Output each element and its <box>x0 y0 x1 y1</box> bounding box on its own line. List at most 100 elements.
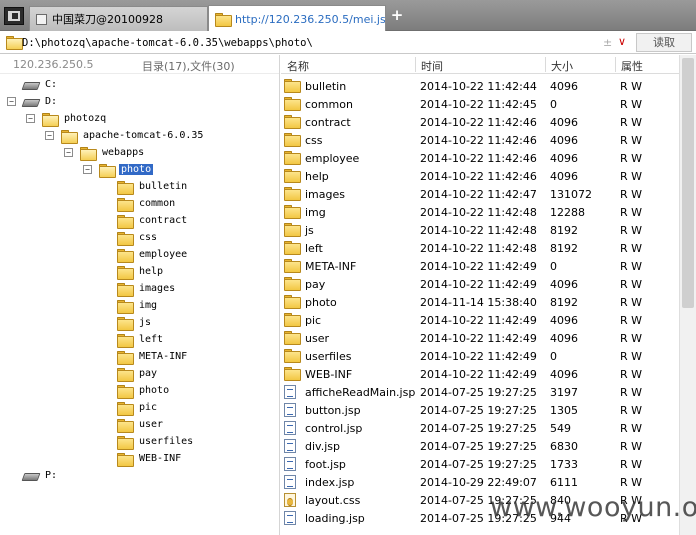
file-attr: R W <box>620 116 643 129</box>
file-row[interactable]: css 2014-10-22 11:42:46 4096 R W <box>281 131 679 149</box>
collapse-icon[interactable]: − <box>26 114 35 123</box>
tree-node-photo-selected[interactable]: − photo <box>83 161 154 178</box>
tree-node-folder[interactable]: userfiles <box>117 433 195 450</box>
collapse-icon[interactable]: − <box>45 131 54 140</box>
file-row[interactable]: contract 2014-10-22 11:42:46 4096 R W <box>281 113 679 131</box>
file-name: photo <box>305 296 337 309</box>
tree-node-folder[interactable]: css <box>117 229 159 246</box>
folder-icon <box>284 133 301 147</box>
tab-shell-url[interactable]: http://120.236.250.5/mei.jsp <box>208 5 386 32</box>
file-row[interactable]: afficheReadMain.jsp 2014-07-25 19:27:25 31… <box>281 383 679 401</box>
file-row[interactable]: common 2014-10-22 11:42:45 0 R W <box>281 95 679 113</box>
file-row[interactable]: pay 2014-10-22 11:42:49 4096 R W <box>281 275 679 293</box>
tree-node-folder[interactable]: WEB-INF <box>117 450 183 467</box>
file-name: control.jsp <box>305 422 363 435</box>
tree-node-folder[interactable]: META-INF <box>117 348 189 365</box>
tree-node-folder[interactable]: user <box>117 416 165 433</box>
file-attr: R W <box>620 98 643 111</box>
file-name: META-INF <box>305 260 357 273</box>
file-row[interactable]: WEB-INF 2014-10-22 11:42:49 4096 R W <box>281 365 679 383</box>
collapse-icon[interactable]: − <box>7 97 16 106</box>
file-row[interactable]: control.jsp 2014-07-25 19:27:25 549 R W <box>281 419 679 437</box>
tree-node-folder[interactable]: js <box>117 314 153 331</box>
column-divider[interactable] <box>615 57 616 72</box>
tree-node-tomcat[interactable]: − apache-tomcat-6.0.35 <box>45 127 205 144</box>
tree-node-folder[interactable]: pay <box>117 365 159 382</box>
file-name: div.jsp <box>305 440 340 453</box>
file-row[interactable]: photo 2014-11-14 15:38:40 8192 R W <box>281 293 679 311</box>
file-row[interactable]: left 2014-10-22 11:42:48 8192 R W <box>281 239 679 257</box>
tree-node-folder[interactable]: pic <box>117 399 159 416</box>
column-name[interactable]: 名称 <box>287 58 309 74</box>
tree-label: P: <box>45 470 58 481</box>
tree-node-folder[interactable]: left <box>117 331 165 348</box>
tree-node-drive-p[interactable]: P: <box>23 467 59 484</box>
file-attr: R W <box>620 134 643 147</box>
path-input[interactable] <box>22 34 602 51</box>
folder-icon <box>117 418 134 433</box>
column-divider[interactable] <box>545 57 546 72</box>
file-size: 8192 <box>550 224 578 237</box>
app-menu-button[interactable] <box>4 7 24 25</box>
file-row[interactable]: div.jsp 2014-07-25 19:27:25 6830 R W <box>281 437 679 455</box>
file-row[interactable]: button.jsp 2014-07-25 19:27:25 1305 R W <box>281 401 679 419</box>
tree-node-drive-c[interactable]: C: <box>23 76 59 93</box>
tree-node-drive-d[interactable]: − D: <box>7 93 59 110</box>
file-size: 549 <box>550 422 571 435</box>
file-row[interactable]: bulletin 2014-10-22 11:42:44 4096 R W <box>281 77 679 95</box>
file-name: WEB-INF <box>305 368 353 381</box>
file-row[interactable]: index.jsp 2014-10-29 22:49:07 6111 R W <box>281 473 679 491</box>
column-divider[interactable] <box>415 57 416 72</box>
file-time: 2014-10-22 11:42:49 <box>420 314 537 327</box>
folder-icon <box>284 277 301 291</box>
file-row[interactable]: js 2014-10-22 11:42:48 8192 R W <box>281 221 679 239</box>
file-row[interactable]: images 2014-10-22 11:42:47 131072 R W <box>281 185 679 203</box>
tree-node-folder[interactable]: help <box>117 263 165 280</box>
folder-icon <box>284 313 301 327</box>
column-attr[interactable]: 属性 <box>621 58 643 74</box>
file-row[interactable]: META-INF 2014-10-22 11:42:49 0 R W <box>281 257 679 275</box>
vertical-scrollbar[interactable] <box>679 55 696 535</box>
tree-label: pic <box>139 402 158 413</box>
tab-chopper[interactable]: 中国菜刀@20100928 <box>29 6 208 31</box>
file-attr: R W <box>620 80 643 93</box>
scrollbar-thumb[interactable] <box>682 58 694 308</box>
tree-node-folder[interactable]: img <box>117 297 159 314</box>
column-time[interactable]: 时间 <box>421 58 443 74</box>
file-row[interactable]: userfiles 2014-10-22 11:42:49 0 R W <box>281 347 679 365</box>
chevron-down-icon[interactable]: ∨ <box>618 35 626 48</box>
file-icon <box>284 457 296 471</box>
file-row[interactable]: img 2014-10-22 11:42:48 12288 R W <box>281 203 679 221</box>
tree-node-folder[interactable]: employee <box>117 246 189 263</box>
tree-node-webapps[interactable]: − webapps <box>64 144 146 161</box>
collapse-icon[interactable]: − <box>64 148 73 157</box>
new-tab-button[interactable]: + <box>390 8 404 23</box>
file-row[interactable]: pic 2014-10-22 11:42:49 4096 R W <box>281 311 679 329</box>
tree-node-folder[interactable]: images <box>117 280 177 297</box>
column-size[interactable]: 大小 <box>551 58 573 74</box>
file-time: 2014-10-22 11:42:48 <box>420 206 537 219</box>
folder-icon <box>284 241 301 255</box>
file-row[interactable]: employee 2014-10-22 11:42:46 4096 R W <box>281 149 679 167</box>
tree-label: C: <box>45 79 58 90</box>
tree-node-folder[interactable]: bulletin <box>117 178 189 195</box>
file-name: help <box>305 170 329 183</box>
file-size: 4096 <box>550 170 578 183</box>
file-row[interactable]: foot.jsp 2014-07-25 19:27:25 1733 R W <box>281 455 679 473</box>
file-attr: R W <box>620 440 643 453</box>
file-attr: R W <box>620 278 643 291</box>
watermark: www.wooyun.org <box>490 492 696 523</box>
file-size: 4096 <box>550 368 578 381</box>
file-name: foot.jsp <box>305 458 346 471</box>
collapse-icon[interactable]: − <box>83 165 92 174</box>
file-icon <box>284 475 296 489</box>
tree-node-folder[interactable]: photo <box>117 382 171 399</box>
read-button[interactable]: 读取 <box>636 33 692 52</box>
tree-node-folder[interactable]: common <box>117 195 177 212</box>
file-size: 1733 <box>550 458 578 471</box>
page-icon <box>36 13 47 25</box>
tree-node-folder[interactable]: contract <box>117 212 189 229</box>
file-row[interactable]: help 2014-10-22 11:42:46 4096 R W <box>281 167 679 185</box>
tree-node-photozq[interactable]: − photozq <box>26 110 108 127</box>
file-row[interactable]: user 2014-10-22 11:42:49 4096 R W <box>281 329 679 347</box>
